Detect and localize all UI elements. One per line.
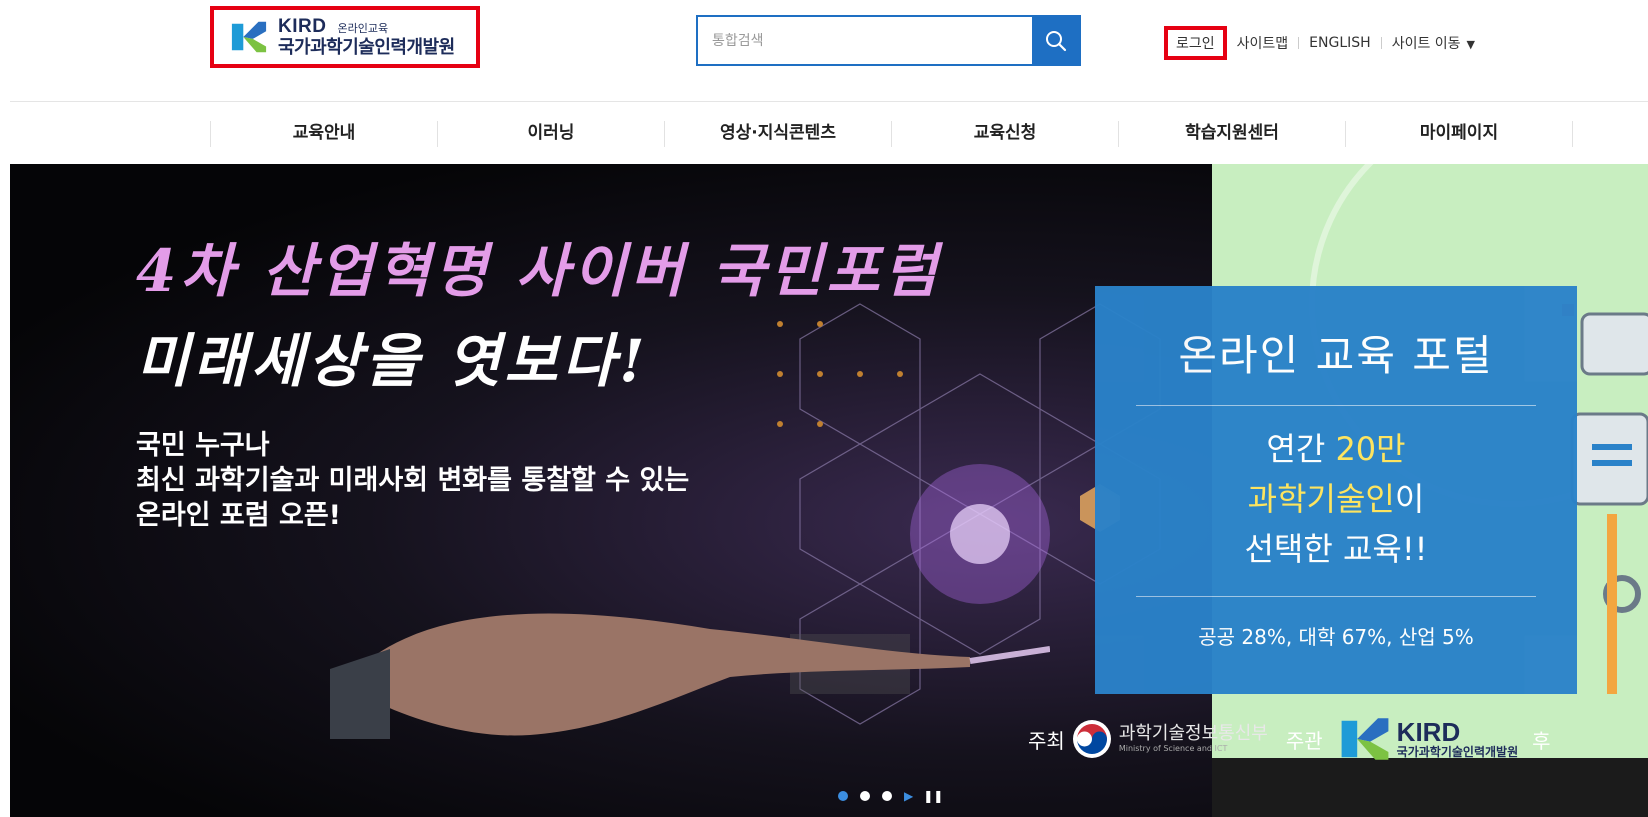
english-link[interactable]: ENGLISH [1299,35,1381,51]
organizer-brand: KIRD [1396,717,1461,748]
host-extra-label: 후 [1532,728,1551,753]
korea-taegeuk-icon [1072,720,1111,758]
portal-title: 온라인 교육 포털 [1178,331,1494,380]
kird-logo-icon [231,21,267,53]
host-org-name: 과학기술정보통신부 [1118,723,1268,744]
main-banner[interactable]: 4차 산업혁명 사이버 국민포럼 미래세상을 엿보다! 국민 누구나 최신 과학… [10,164,1648,817]
portal-info-card: 온라인 교육 포털 연간 20만 과학기술인이 선택한 교육!! 공공 28%,… [1095,286,1577,694]
portal-line-1: 연간 20만 [1095,424,1577,474]
banner-headline-line-2: 미래세상을 엿보다! [136,327,649,395]
login-link[interactable]: 로그인 [1164,26,1227,60]
pause-icon[interactable]: ❚❚ [923,789,943,803]
kird-logo-icon [1341,718,1389,760]
banner-footer-strip [1212,758,1648,817]
host-org-eng: Ministry of Science and ICT [1118,744,1228,753]
pager-dot-2[interactable] [860,791,870,801]
pointing-hand-graphic [330,613,1050,739]
search-input[interactable] [698,17,1032,64]
logo-sub: 온라인교육 [337,21,389,35]
site-move-dropdown[interactable]: 사이트 이동 ▼ [1382,33,1485,53]
portal-line-2: 과학기술인이 [1095,474,1577,524]
search-button[interactable] [1032,17,1079,64]
logo-name: 국가과학기술인력개발원 [278,36,455,58]
play-icon[interactable]: ▶ [904,789,913,803]
site-move-label: 사이트 이동 [1391,36,1461,52]
nav-item-mypage[interactable]: 마이페이지 [1346,120,1572,146]
banner-headline-line-1: 4차 산업혁명 사이버 국민포럼 [136,237,942,305]
nav-item-support-center[interactable]: 학습지원센터 [1119,120,1345,146]
banner-hosts: 주최 과학기술정보통신부 Ministry of Science and ICT… [1028,717,1551,761]
host-label: 주최 [1028,728,1065,753]
banner-subcopy: 국민 누구나 최신 과학기술과 미래사회 변화를 통찰할 수 있는 온라인 포럼… [136,428,689,533]
portal-highlight-audience: 과학기술인 [1247,480,1395,518]
nav-item-education-info[interactable]: 교육안내 [211,120,437,146]
main-navigation: 교육안내 이러닝 영상·지식콘텐츠 교육신청 학습지원센터 마이페이지 [0,102,1648,164]
organizer-name: 국가과학기술인력개발원 [1396,745,1519,760]
site-header: KIRD 온라인교육 국가과학기술인력개발원 로그인 사이트맵 ENGLISH … [0,0,1648,100]
banner-headline: 4차 산업혁명 사이버 국민포럼 미래세상을 엿보다! [136,224,941,398]
divider [1136,405,1536,406]
logo-brand: KIRD [278,15,327,37]
organizer-label: 주관 [1285,728,1323,753]
caret-down-icon: ▼ [1466,38,1476,51]
banner-subcopy-line: 국민 누구나 [136,430,270,461]
nav-item-apply[interactable]: 교육신청 [892,120,1118,146]
site-logo[interactable]: KIRD 온라인교육 국가과학기술인력개발원 [210,6,480,68]
banner-subcopy-line: 최신 과학기술과 미래사회 변화를 통찰할 수 있는 [136,465,690,496]
portal-stats: 공공 28%, 대학 67%, 산업 5% [1198,625,1474,649]
search-icon [1045,30,1066,51]
divider [1136,596,1536,597]
msit-logo: 과학기술정보통신부 Ministry of Science and ICT [1071,718,1268,760]
nav-item-elearning[interactable]: 이러닝 [438,120,664,146]
portal-line-1-prefix: 연간 [1266,430,1336,468]
utility-nav: 로그인 사이트맵 ENGLISH 사이트 이동 ▼ [1164,26,1485,60]
portal-line-3: 선택한 교육!! [1244,530,1428,568]
nav-item-video-contents[interactable]: 영상·지식콘텐츠 [665,120,891,146]
portal-line-2-suffix: 이 [1394,480,1425,518]
pager-dot-1[interactable] [838,791,848,801]
organizer-logo: KIRD 국가과학기술인력개발원 [1339,713,1518,765]
divider [1572,121,1573,147]
banner-pager: ▶ ❚❚ [838,789,953,803]
pager-dot-3[interactable] [882,791,892,801]
search-bar [696,15,1081,66]
sitemap-link[interactable]: 사이트맵 [1227,33,1299,53]
banner-subcopy-line: 온라인 포럼 오픈! [136,500,341,531]
portal-highlight-count: 20만 [1335,430,1406,468]
